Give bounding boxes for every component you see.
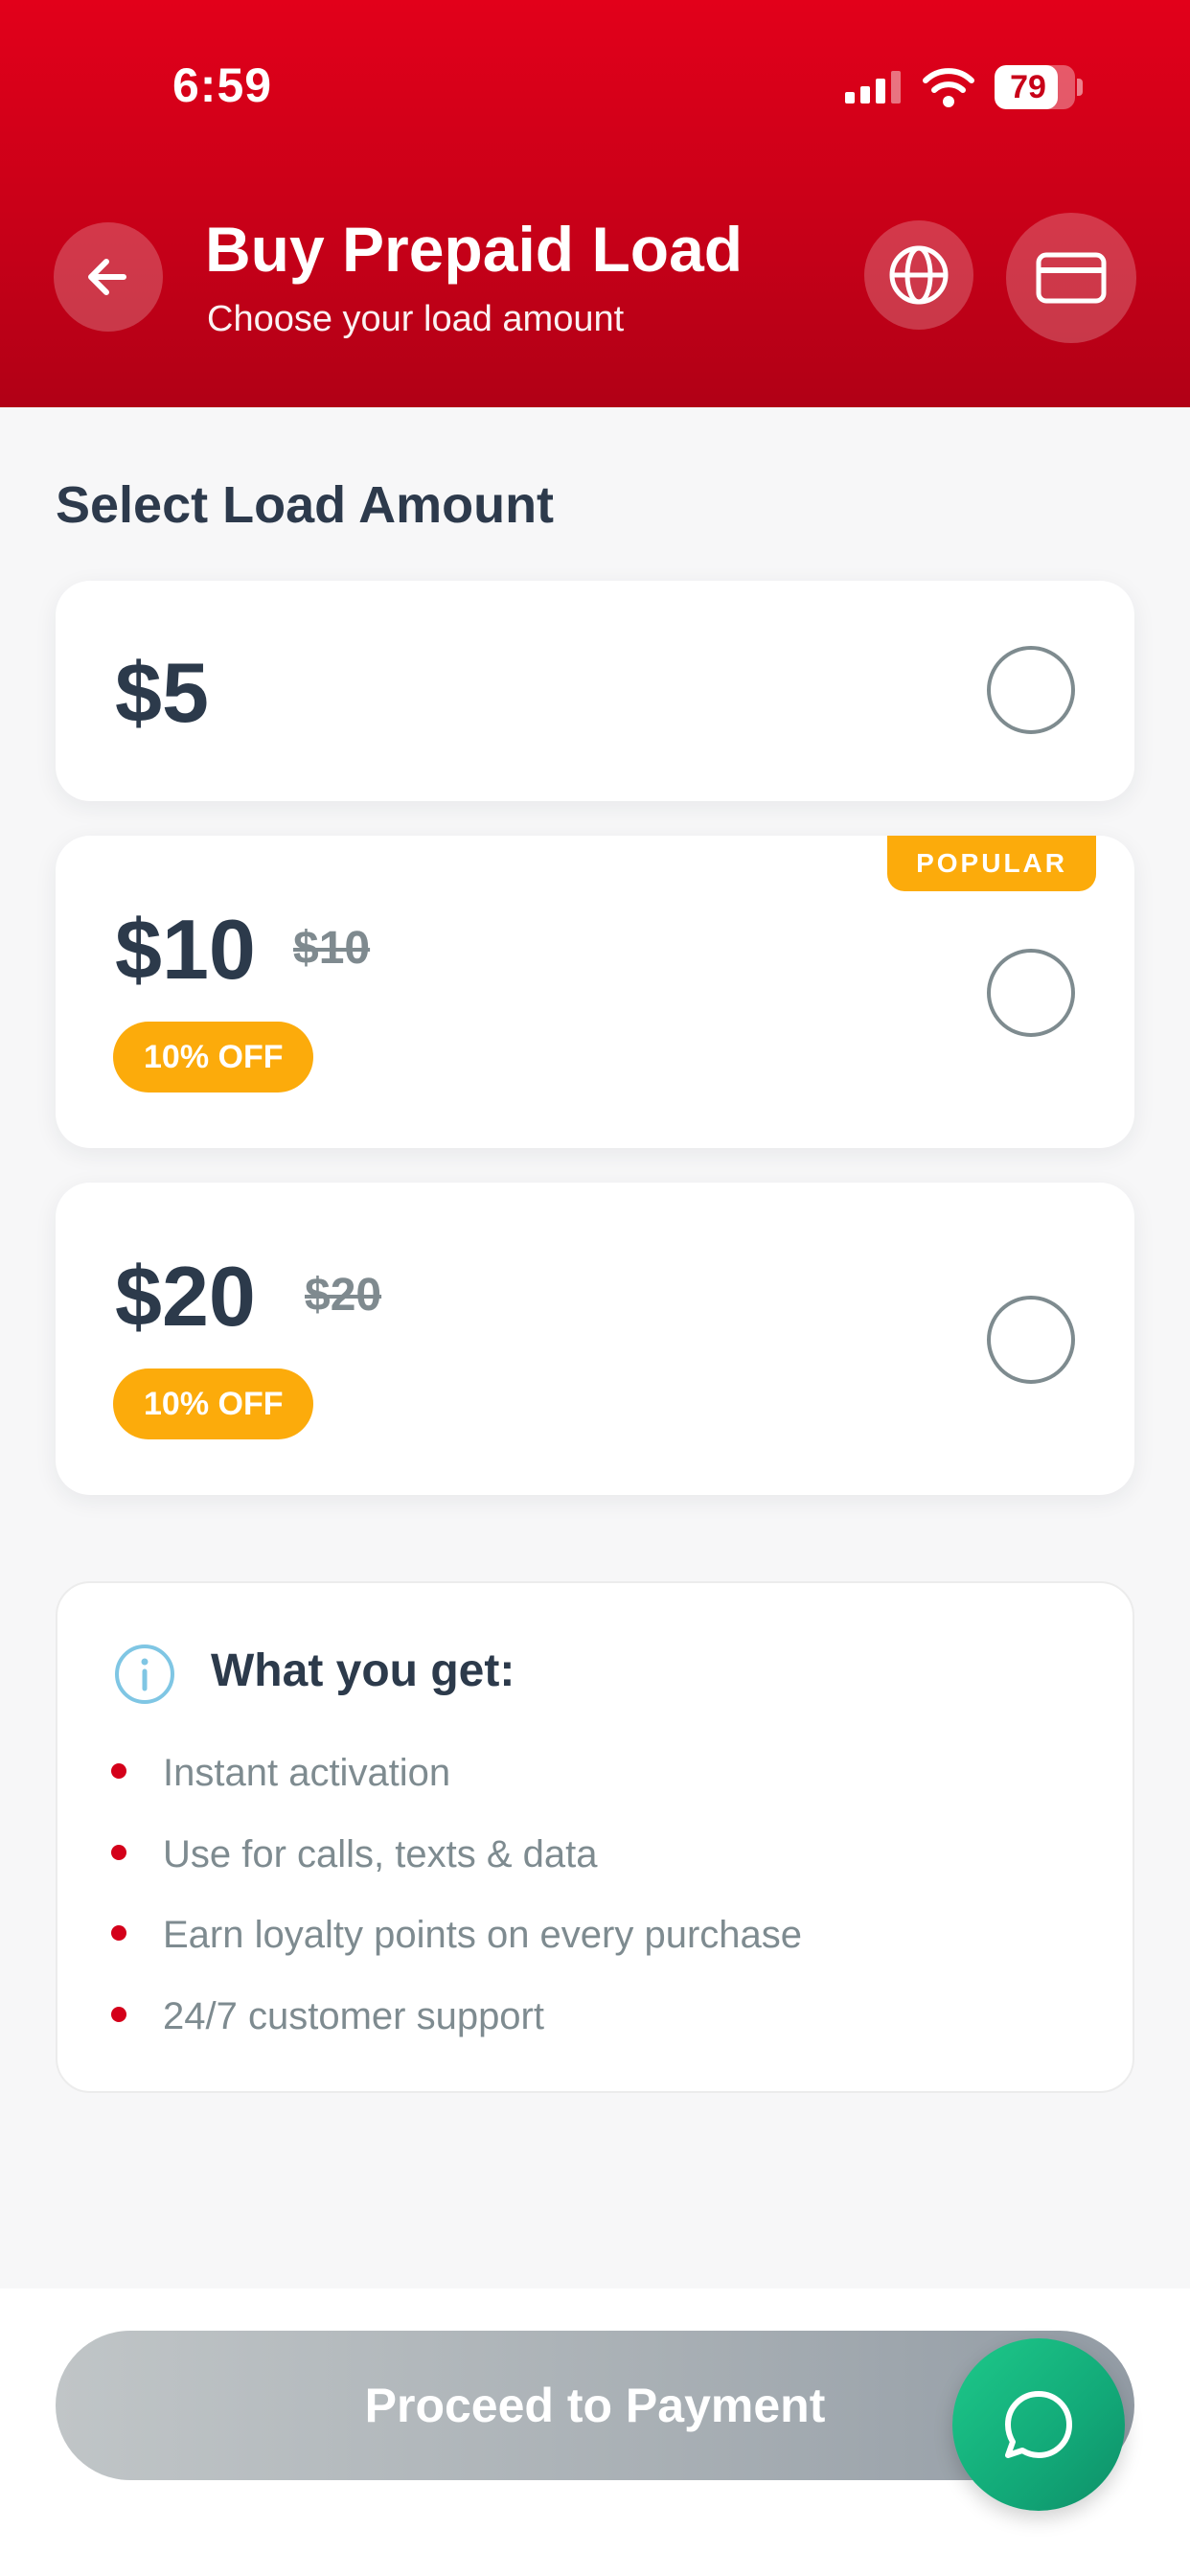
load-option-20[interactable]: $20 $20 10% OFF <box>56 1183 1134 1495</box>
bullet-dot <box>111 2007 126 2023</box>
info-icon <box>115 1644 174 1704</box>
benefits-title: What you get: <box>211 1645 515 1696</box>
page-subtitle: Choose your load amount <box>207 299 625 339</box>
battery-percent: 79 <box>1010 69 1046 105</box>
option-price: $10 <box>115 902 256 997</box>
cellular-signal-icon <box>845 71 901 104</box>
chat-bubble-icon <box>1005 2391 1072 2458</box>
load-option-5[interactable]: $5 <box>56 581 1134 801</box>
benefit-item: Use for calls, texts & data <box>111 1828 598 1881</box>
bullet-dot <box>111 1925 126 1942</box>
section-title: Select Load Amount <box>56 476 555 534</box>
status-time: 6:59 <box>172 58 273 112</box>
bullet-dot <box>111 1763 126 1780</box>
globe-icon <box>889 245 949 305</box>
benefit-item: Earn loyalty points on every purchase <box>111 1908 802 1962</box>
wifi-icon <box>923 68 974 107</box>
option-price: $20 <box>115 1249 256 1344</box>
option-original-price: $20 <box>305 1270 382 1321</box>
option-original-price: $10 <box>293 923 371 974</box>
load-option-10[interactable]: POPULAR $10 $10 10% OFF <box>56 836 1134 1148</box>
bullet-dot <box>111 1845 126 1861</box>
discount-badge: 10% OFF <box>113 1022 314 1092</box>
benefit-item: 24/7 customer support <box>111 1990 544 2043</box>
app-header: 6:59 79 Buy Prepaid Load Choose your loa… <box>0 0 1190 407</box>
arrow-left-icon <box>88 259 126 295</box>
option-radio[interactable] <box>987 646 1075 734</box>
battery-indicator: 79 <box>995 65 1083 109</box>
discount-badge: 10% OFF <box>113 1368 314 1439</box>
benefits-card: What you get: Instant activation Use for… <box>56 1581 1134 2093</box>
back-button[interactable] <box>54 222 163 332</box>
popular-badge: POPULAR <box>887 836 1096 891</box>
option-radio[interactable] <box>987 1296 1075 1384</box>
payment-methods-button[interactable] <box>1006 213 1136 343</box>
option-radio[interactable] <box>987 949 1075 1037</box>
language-button[interactable] <box>864 220 973 330</box>
chat-button[interactable] <box>952 2338 1125 2511</box>
credit-card-icon <box>1036 252 1107 304</box>
option-price: $5 <box>115 645 209 740</box>
page-title: Buy Prepaid Load <box>205 214 744 285</box>
benefit-item: Instant activation <box>111 1746 450 1800</box>
status-bar: 6:59 79 <box>0 0 1190 172</box>
